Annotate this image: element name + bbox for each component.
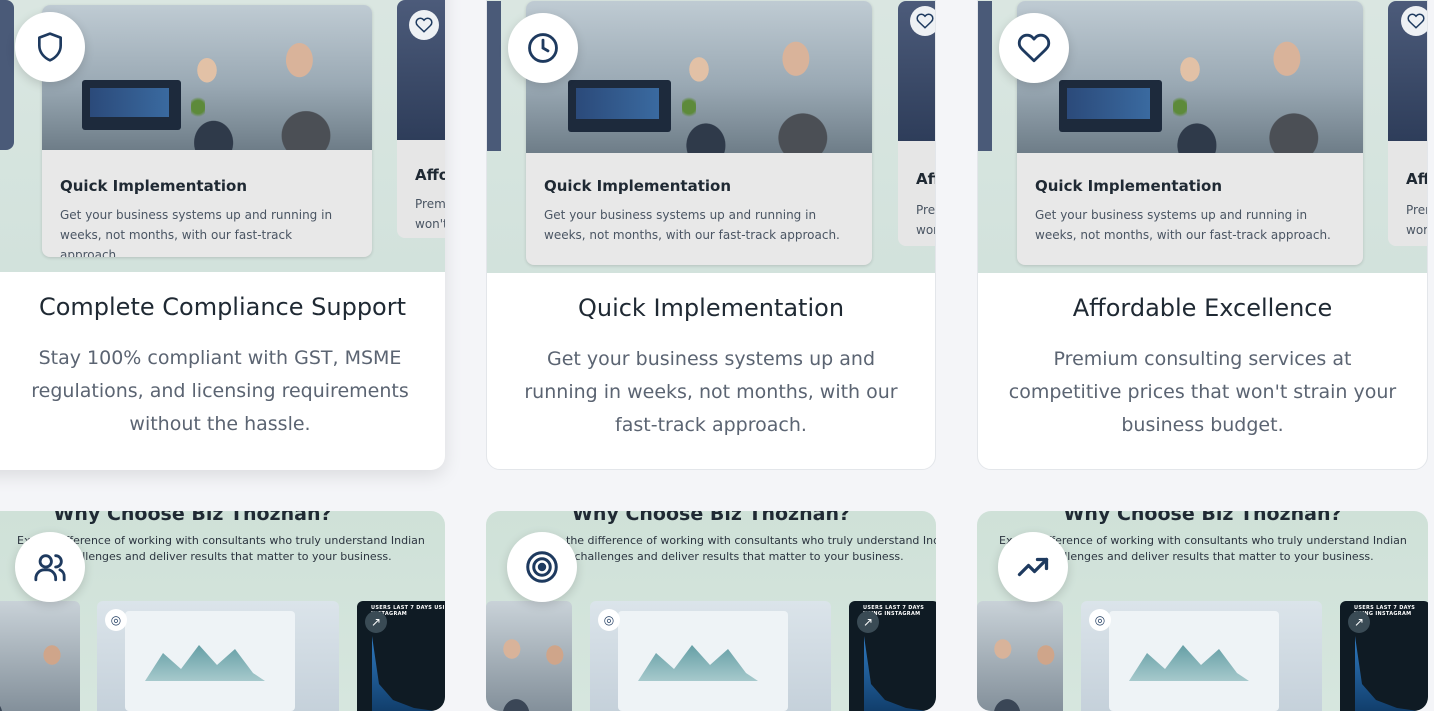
preview-photo: [42, 5, 372, 150]
preview-dashboard-image: ◎: [590, 601, 831, 711]
preview-dashboard-image: ◎: [1081, 601, 1322, 711]
target-icon: ◎: [598, 609, 620, 631]
preview-mini-title: Quick Implementation: [1035, 177, 1222, 195]
trending-up-icon: [998, 532, 1068, 602]
feature-card-compliance[interactable]: Quick Implementation Get your business s…: [0, 0, 445, 470]
preview-subtext: E challenges and deliver results that ma…: [564, 550, 904, 563]
preview-heading: Why Choose Biz Thozhan?: [571, 511, 851, 525]
preview-side-card: Aff Prer wor: [898, 1, 935, 246]
card-description: Premium consulting services at competiti…: [1008, 348, 1397, 436]
preview-heading: Why Choose Biz Thozhan?: [1063, 511, 1342, 525]
heart-icon: [999, 13, 1069, 83]
preview-mini-card: Quick Implementation Get your business s…: [42, 5, 372, 257]
users-icon: [15, 532, 85, 602]
preview-photo: [1017, 1, 1363, 153]
preview-dark-chart: USERS LAST 7 DAYS USING INSTAGRAM↗: [849, 601, 936, 711]
card-description: Stay 100% compliant with GST, MSME regul…: [31, 347, 409, 435]
card-title: Complete Compliance Support: [38, 293, 407, 321]
heart-icon: [910, 6, 935, 36]
preview-dark-chart: USERS LAST 7 DAYS USING INSTAGRAM↗: [1340, 601, 1428, 711]
preview-photo: [977, 601, 1063, 711]
preview-mini-desc: Get your business systems up and running…: [544, 208, 840, 242]
preview-photo: [486, 601, 572, 711]
preview-photo: [0, 601, 80, 711]
preview-left-slice: [0, 0, 14, 150]
preview-left-slice: [978, 1, 992, 151]
preview-mini-card: Quick Implementation Get your business s…: [1017, 1, 1363, 265]
preview-side-card: Aff Prer wor: [1388, 1, 1427, 246]
preview-mini-card: Quick Implementation Get your business s…: [526, 1, 872, 265]
card-title: Quick Implementation: [577, 294, 845, 322]
feature-card-quick-implementation[interactable]: Quick Implementation Get your business s…: [486, 0, 936, 470]
preview-subtext: E challenges and deliver results that ma…: [1034, 550, 1374, 563]
card-description: Get your business systems up and running…: [524, 348, 898, 436]
preview-mini-desc: Get your business systems up and running…: [60, 208, 333, 257]
card-title: Affordable Excellence: [1072, 294, 1333, 322]
heart-icon: [1401, 6, 1427, 36]
trending-up-icon: ↗: [857, 611, 879, 633]
target-icon: [507, 532, 577, 602]
preview-mini-desc: Get your business systems up and running…: [1035, 208, 1331, 242]
heart-icon: [409, 10, 439, 40]
clock-icon: [508, 13, 578, 83]
preview-side-card: Affo Premi won't: [397, 0, 445, 238]
preview-left-slice: [487, 1, 501, 151]
target-icon: ◎: [1089, 609, 1111, 631]
preview-photo: [526, 1, 872, 153]
preview-heading: Why Choose Biz Thozhan?: [53, 511, 332, 525]
trending-up-icon: ↗: [1348, 611, 1370, 633]
preview-mini-title: Quick Implementation: [544, 177, 731, 195]
preview-dashboard-image: ◎: [97, 601, 339, 711]
preview-subtext: E challenges and deliver results that ma…: [52, 550, 392, 563]
preview-dark-chart: USERS LAST 7 DAYS USING INSTAGRAM↗: [357, 601, 445, 711]
preview-mini-title: Quick Implementation: [60, 177, 247, 195]
trending-up-icon: ↗: [365, 611, 387, 633]
feature-card-affordable-excellence[interactable]: Quick Implementation Get your business s…: [977, 0, 1428, 470]
target-icon: ◎: [105, 609, 127, 631]
preview-subtext: the difference of working with consultan…: [566, 534, 936, 547]
shield-icon: [15, 12, 85, 82]
